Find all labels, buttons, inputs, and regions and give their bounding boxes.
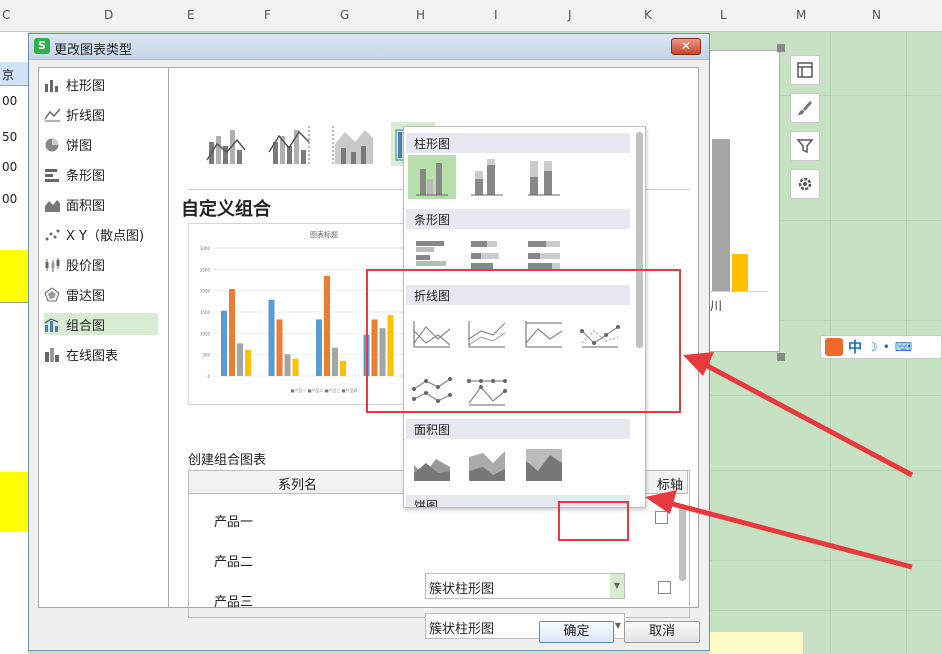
red-arrow-line bbox=[664, 499, 913, 570]
red-arrowhead bbox=[683, 352, 714, 376]
red-arrowhead bbox=[645, 490, 677, 514]
red-arrow-line bbox=[698, 359, 914, 478]
annotation-arrows bbox=[645, 352, 914, 570]
